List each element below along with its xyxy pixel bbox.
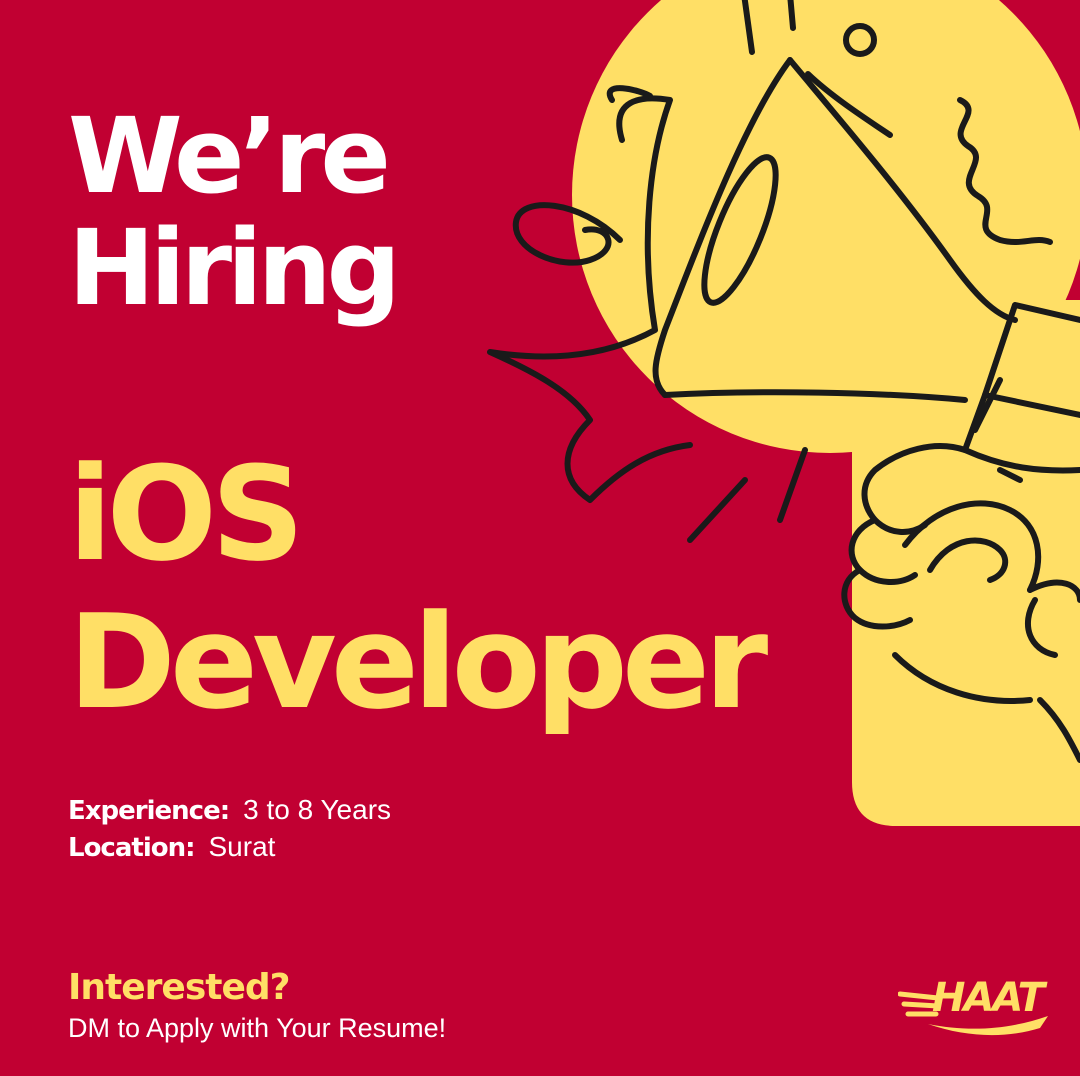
hiring-poster: We’re Hiring iOS Developer Experience: 3 … bbox=[0, 0, 1080, 1076]
headline-line-2: Hiring bbox=[68, 207, 401, 329]
experience-value: 3 to 8 Years bbox=[243, 794, 392, 825]
logo-text: HAAT bbox=[932, 975, 1045, 1021]
yellow-panel-shape bbox=[852, 300, 1080, 826]
brand-logo: HAAT bbox=[898, 972, 1058, 1042]
experience-row: Experience: 3 to 8 Years bbox=[68, 792, 391, 829]
location-row: Location: Surat bbox=[68, 829, 391, 866]
location-value: Surat bbox=[208, 831, 276, 862]
job-details: Experience: 3 to 8 Years Location: Surat bbox=[68, 792, 391, 866]
experience-label: Experience: bbox=[68, 796, 230, 826]
cta-question: Interested? bbox=[68, 967, 291, 1008]
job-title-line-1: iOS bbox=[68, 438, 305, 590]
call-to-action: Interested? DM to Apply with Your Resume… bbox=[68, 966, 446, 1046]
headline-line-1: We’re bbox=[68, 95, 391, 217]
headline: We’re Hiring bbox=[68, 95, 401, 329]
job-title: iOS Developer bbox=[68, 438, 768, 738]
job-title-line-2: Developer bbox=[68, 586, 768, 738]
cta-instruction: DM to Apply with Your Resume! bbox=[68, 1013, 447, 1043]
location-label: Location: bbox=[68, 833, 195, 863]
